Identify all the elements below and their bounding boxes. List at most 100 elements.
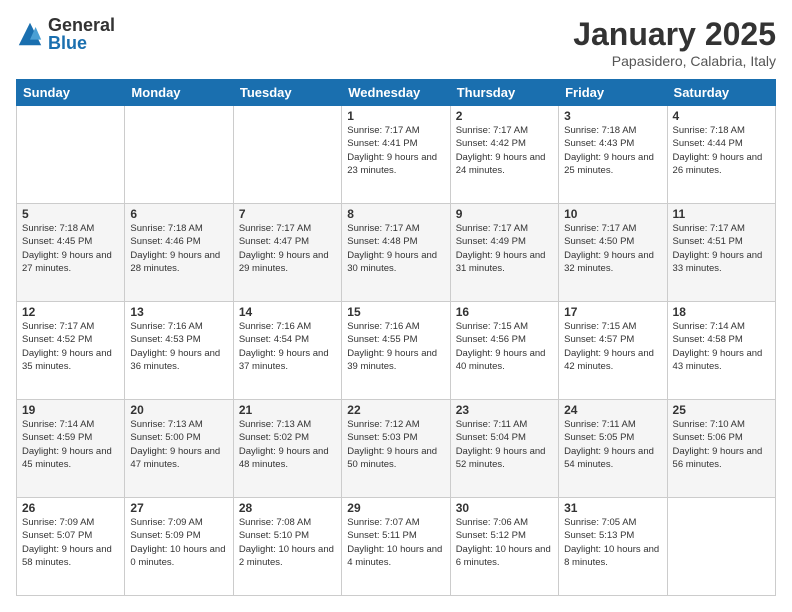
- weekday-header: Sunday: [17, 80, 125, 106]
- calendar-cell: 10 Sunrise: 7:17 AMSunset: 4:50 PMDaylig…: [559, 204, 667, 302]
- day-info: Sunrise: 7:16 AMSunset: 4:54 PMDaylight:…: [239, 320, 336, 373]
- day-info: Sunrise: 7:16 AMSunset: 4:55 PMDaylight:…: [347, 320, 444, 373]
- day-number: 26: [22, 501, 119, 515]
- weekday-header: Thursday: [450, 80, 558, 106]
- weekday-header: Saturday: [667, 80, 775, 106]
- calendar-week-row: 26 Sunrise: 7:09 AMSunset: 5:07 PMDaylig…: [17, 498, 776, 596]
- day-info: Sunrise: 7:06 AMSunset: 5:12 PMDaylight:…: [456, 516, 553, 569]
- day-info: Sunrise: 7:11 AMSunset: 5:05 PMDaylight:…: [564, 418, 661, 471]
- logo-icon: [16, 20, 44, 48]
- day-number: 8: [347, 207, 444, 221]
- calendar-cell: 2 Sunrise: 7:17 AMSunset: 4:42 PMDayligh…: [450, 106, 558, 204]
- day-info: Sunrise: 7:17 AMSunset: 4:42 PMDaylight:…: [456, 124, 553, 177]
- day-info: Sunrise: 7:17 AMSunset: 4:52 PMDaylight:…: [22, 320, 119, 373]
- calendar-week-row: 12 Sunrise: 7:17 AMSunset: 4:52 PMDaylig…: [17, 302, 776, 400]
- calendar-cell: 21 Sunrise: 7:13 AMSunset: 5:02 PMDaylig…: [233, 400, 341, 498]
- logo: General Blue: [16, 16, 115, 52]
- day-number: 24: [564, 403, 661, 417]
- day-info: Sunrise: 7:09 AMSunset: 5:07 PMDaylight:…: [22, 516, 119, 569]
- calendar-cell: 24 Sunrise: 7:11 AMSunset: 5:05 PMDaylig…: [559, 400, 667, 498]
- month-title: January 2025: [573, 16, 776, 53]
- calendar-cell: [667, 498, 775, 596]
- weekday-header: Friday: [559, 80, 667, 106]
- weekday-header-row: SundayMondayTuesdayWednesdayThursdayFrid…: [17, 80, 776, 106]
- calendar-cell: 7 Sunrise: 7:17 AMSunset: 4:47 PMDayligh…: [233, 204, 341, 302]
- weekday-header: Wednesday: [342, 80, 450, 106]
- calendar-week-row: 5 Sunrise: 7:18 AMSunset: 4:45 PMDayligh…: [17, 204, 776, 302]
- day-number: 4: [673, 109, 770, 123]
- calendar-cell: 29 Sunrise: 7:07 AMSunset: 5:11 PMDaylig…: [342, 498, 450, 596]
- day-number: 19: [22, 403, 119, 417]
- day-number: 25: [673, 403, 770, 417]
- day-number: 3: [564, 109, 661, 123]
- calendar-cell: 11 Sunrise: 7:17 AMSunset: 4:51 PMDaylig…: [667, 204, 775, 302]
- day-number: 1: [347, 109, 444, 123]
- day-number: 22: [347, 403, 444, 417]
- calendar-cell: [17, 106, 125, 204]
- day-info: Sunrise: 7:18 AMSunset: 4:46 PMDaylight:…: [130, 222, 227, 275]
- day-info: Sunrise: 7:16 AMSunset: 4:53 PMDaylight:…: [130, 320, 227, 373]
- calendar-cell: 18 Sunrise: 7:14 AMSunset: 4:58 PMDaylig…: [667, 302, 775, 400]
- day-number: 14: [239, 305, 336, 319]
- calendar-cell: 14 Sunrise: 7:16 AMSunset: 4:54 PMDaylig…: [233, 302, 341, 400]
- calendar-cell: 20 Sunrise: 7:13 AMSunset: 5:00 PMDaylig…: [125, 400, 233, 498]
- calendar-cell: 19 Sunrise: 7:14 AMSunset: 4:59 PMDaylig…: [17, 400, 125, 498]
- day-number: 16: [456, 305, 553, 319]
- day-number: 13: [130, 305, 227, 319]
- weekday-header: Tuesday: [233, 80, 341, 106]
- calendar-cell: 9 Sunrise: 7:17 AMSunset: 4:49 PMDayligh…: [450, 204, 558, 302]
- logo-blue: Blue: [48, 34, 115, 52]
- day-number: 10: [564, 207, 661, 221]
- calendar-cell: 8 Sunrise: 7:17 AMSunset: 4:48 PMDayligh…: [342, 204, 450, 302]
- logo-text: General Blue: [48, 16, 115, 52]
- day-info: Sunrise: 7:18 AMSunset: 4:45 PMDaylight:…: [22, 222, 119, 275]
- day-info: Sunrise: 7:15 AMSunset: 4:57 PMDaylight:…: [564, 320, 661, 373]
- day-number: 15: [347, 305, 444, 319]
- day-info: Sunrise: 7:17 AMSunset: 4:50 PMDaylight:…: [564, 222, 661, 275]
- day-info: Sunrise: 7:12 AMSunset: 5:03 PMDaylight:…: [347, 418, 444, 471]
- day-info: Sunrise: 7:10 AMSunset: 5:06 PMDaylight:…: [673, 418, 770, 471]
- day-info: Sunrise: 7:08 AMSunset: 5:10 PMDaylight:…: [239, 516, 336, 569]
- day-info: Sunrise: 7:17 AMSunset: 4:47 PMDaylight:…: [239, 222, 336, 275]
- calendar-cell: 26 Sunrise: 7:09 AMSunset: 5:07 PMDaylig…: [17, 498, 125, 596]
- day-number: 20: [130, 403, 227, 417]
- day-info: Sunrise: 7:13 AMSunset: 5:02 PMDaylight:…: [239, 418, 336, 471]
- day-info: Sunrise: 7:07 AMSunset: 5:11 PMDaylight:…: [347, 516, 444, 569]
- day-number: 2: [456, 109, 553, 123]
- day-info: Sunrise: 7:14 AMSunset: 4:59 PMDaylight:…: [22, 418, 119, 471]
- day-number: 27: [130, 501, 227, 515]
- day-info: Sunrise: 7:17 AMSunset: 4:49 PMDaylight:…: [456, 222, 553, 275]
- calendar-cell: 17 Sunrise: 7:15 AMSunset: 4:57 PMDaylig…: [559, 302, 667, 400]
- calendar-cell: 30 Sunrise: 7:06 AMSunset: 5:12 PMDaylig…: [450, 498, 558, 596]
- day-number: 30: [456, 501, 553, 515]
- calendar-cell: 16 Sunrise: 7:15 AMSunset: 4:56 PMDaylig…: [450, 302, 558, 400]
- day-info: Sunrise: 7:15 AMSunset: 4:56 PMDaylight:…: [456, 320, 553, 373]
- calendar-cell: 1 Sunrise: 7:17 AMSunset: 4:41 PMDayligh…: [342, 106, 450, 204]
- day-number: 31: [564, 501, 661, 515]
- logo-general: General: [48, 16, 115, 34]
- day-number: 28: [239, 501, 336, 515]
- calendar-week-row: 19 Sunrise: 7:14 AMSunset: 4:59 PMDaylig…: [17, 400, 776, 498]
- calendar-cell: 27 Sunrise: 7:09 AMSunset: 5:09 PMDaylig…: [125, 498, 233, 596]
- day-info: Sunrise: 7:18 AMSunset: 4:43 PMDaylight:…: [564, 124, 661, 177]
- day-number: 6: [130, 207, 227, 221]
- day-number: 9: [456, 207, 553, 221]
- day-number: 17: [564, 305, 661, 319]
- calendar-cell: 23 Sunrise: 7:11 AMSunset: 5:04 PMDaylig…: [450, 400, 558, 498]
- calendar-cell: 13 Sunrise: 7:16 AMSunset: 4:53 PMDaylig…: [125, 302, 233, 400]
- weekday-header: Monday: [125, 80, 233, 106]
- day-number: 11: [673, 207, 770, 221]
- day-info: Sunrise: 7:05 AMSunset: 5:13 PMDaylight:…: [564, 516, 661, 569]
- day-info: Sunrise: 7:18 AMSunset: 4:44 PMDaylight:…: [673, 124, 770, 177]
- calendar-cell: [125, 106, 233, 204]
- calendar-cell: [233, 106, 341, 204]
- day-info: Sunrise: 7:11 AMSunset: 5:04 PMDaylight:…: [456, 418, 553, 471]
- day-info: Sunrise: 7:17 AMSunset: 4:41 PMDaylight:…: [347, 124, 444, 177]
- day-number: 12: [22, 305, 119, 319]
- day-info: Sunrise: 7:17 AMSunset: 4:48 PMDaylight:…: [347, 222, 444, 275]
- calendar-cell: 3 Sunrise: 7:18 AMSunset: 4:43 PMDayligh…: [559, 106, 667, 204]
- day-info: Sunrise: 7:17 AMSunset: 4:51 PMDaylight:…: [673, 222, 770, 275]
- header: General Blue January 2025 Papasidero, Ca…: [16, 16, 776, 69]
- calendar-cell: 25 Sunrise: 7:10 AMSunset: 5:06 PMDaylig…: [667, 400, 775, 498]
- day-number: 29: [347, 501, 444, 515]
